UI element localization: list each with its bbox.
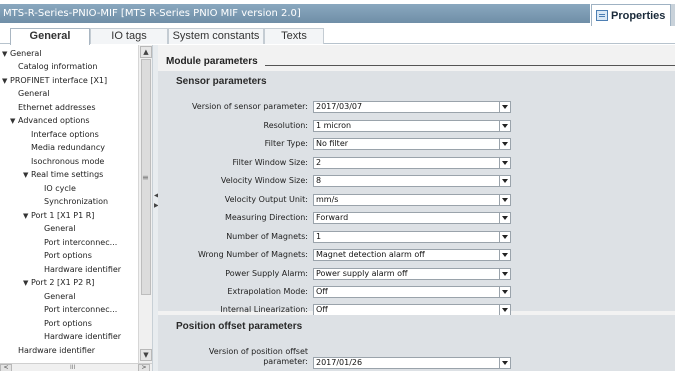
nav-item-interface-general[interactable]: General	[18, 87, 50, 100]
nav-item-real-time-settings[interactable]: ▼ Real time settings	[23, 168, 103, 181]
dropdown-arrow-icon[interactable]	[499, 102, 510, 112]
sensor-parameters-title: Sensor parameters	[176, 76, 267, 87]
module-parameters-heading: Module parameters	[166, 56, 258, 67]
nav-item-interface-options[interactable]: Interface options	[31, 128, 99, 141]
nav-item-profinet-interface[interactable]: ▼ PROFINET interface [X1]	[2, 74, 107, 87]
measuring-direction-dropdown[interactable]: Forward	[313, 212, 511, 224]
nav-item-port1-general[interactable]: General	[44, 222, 76, 235]
resolution-dropdown[interactable]: 1 micron	[313, 120, 511, 132]
dropdown-arrow-icon[interactable]	[499, 121, 510, 131]
param-label: Velocity Output Unit:	[224, 195, 308, 204]
nav-item-port2-interconnection[interactable]: Port interconnec...	[44, 303, 117, 316]
dropdown-arrow-icon[interactable]	[499, 176, 510, 186]
window-title: MTS-R-Series-PNIO-MIF [MTS R-Series PNIO…	[0, 4, 590, 23]
velocity-output-unit-dropdown[interactable]: mm/s	[313, 194, 511, 206]
sensor-parameters-group: Sensor parameters Version of sensor para…	[158, 71, 675, 316]
tab-row: General IO tags System constants Texts	[0, 26, 675, 45]
nav-item-ethernet-addresses[interactable]: Ethernet addresses	[18, 101, 96, 114]
velocity-window-size-dropdown[interactable]: 8	[313, 175, 511, 187]
filter-window-size-dropdown[interactable]: 2	[313, 157, 511, 169]
nav-item-port-2[interactable]: ▼ Port 2 [X1 P2 R]	[23, 276, 94, 289]
dropdown-arrow-icon[interactable]	[499, 358, 510, 368]
offset-version-dropdown[interactable]: 2017/01/26	[313, 357, 511, 369]
expand-arrow-icon[interactable]: ▼	[2, 48, 10, 61]
dropdown-arrow-icon[interactable]	[499, 269, 510, 279]
scroll-up-icon[interactable]: ▲	[140, 46, 152, 58]
nav-item-general[interactable]: ▼ General	[2, 47, 42, 60]
nav-item-io-cycle[interactable]: IO cycle	[44, 182, 76, 195]
nav-item-isochronous-mode[interactable]: Isochronous mode	[31, 155, 104, 168]
window-edge	[671, 4, 675, 26]
nav-item-port2-options[interactable]: Port options	[44, 317, 92, 330]
param-label: Filter Type:	[264, 139, 308, 148]
expand-arrow-icon[interactable]: ▼	[23, 169, 31, 182]
nav-item-synchronization[interactable]: Synchronization	[44, 195, 108, 208]
expand-arrow-icon[interactable]: ▼	[23, 210, 31, 223]
navigation-tree: ▼ General Catalog information ▼ PROFINET i…	[0, 45, 138, 363]
expand-arrow-icon[interactable]: ▼	[10, 115, 18, 128]
scroll-down-icon[interactable]: ▼	[140, 349, 152, 361]
nav-item-port2-hardware-identifier[interactable]: Hardware identifier	[44, 330, 121, 343]
dropdown-arrow-icon[interactable]	[499, 139, 510, 149]
param-label: Measuring Direction:	[224, 213, 308, 222]
position-offset-title: Position offset parameters	[176, 321, 303, 332]
dropdown-arrow-icon[interactable]	[499, 250, 510, 260]
expand-arrow-icon[interactable]: ▼	[2, 75, 10, 88]
nav-horizontal-scrollbar[interactable]: < III >	[0, 363, 152, 371]
filter-type-dropdown[interactable]: No filter	[313, 138, 511, 150]
nav-item-port2-general[interactable]: General	[44, 290, 76, 303]
dropdown-arrow-icon[interactable]	[499, 287, 510, 297]
tab-io-tags[interactable]: IO tags	[90, 28, 168, 44]
nav-item-media-redundancy[interactable]: Media redundancy	[31, 141, 105, 154]
param-label: Version of sensor parameter:	[191, 102, 308, 111]
title-bar: MTS-R-Series-PNIO-MIF [MTS R-Series PNIO…	[0, 0, 675, 26]
wrong-number-of-magnets-dropdown[interactable]: Magnet detection alarm off	[313, 249, 511, 261]
tab-general[interactable]: General	[10, 28, 90, 45]
param-label: Power Supply Alarm:	[225, 269, 308, 278]
tab-system-constants[interactable]: System constants	[168, 28, 264, 44]
nav-item-port1-interconnection[interactable]: Port interconnec...	[44, 236, 117, 249]
nav-item-hardware-identifier[interactable]: Hardware identifier	[18, 344, 95, 357]
nav-item-catalog-information[interactable]: Catalog information	[18, 60, 97, 73]
param-label: Velocity Window Size:	[220, 176, 308, 185]
parameters-panel: Module parameters Sensor parameters Vers…	[158, 45, 675, 371]
properties-tab-label: Properties	[611, 9, 666, 22]
nav-item-port-1[interactable]: ▼ Port 1 [X1 P1 R]	[23, 209, 94, 222]
properties-tab[interactable]: Properties	[591, 4, 671, 26]
hscroll-grip-icon: III	[70, 364, 76, 371]
scroll-right-icon[interactable]: >	[138, 364, 150, 371]
heading-divider	[265, 65, 675, 66]
dropdown-arrow-icon[interactable]	[499, 195, 510, 205]
sensor-version-dropdown[interactable]: 2017/03/07	[313, 101, 511, 113]
tab-texts[interactable]: Texts	[264, 28, 324, 44]
dropdown-arrow-icon[interactable]	[499, 158, 510, 168]
nav-item-port1-hardware-identifier[interactable]: Hardware identifier	[44, 263, 121, 276]
extrapolation-mode-dropdown[interactable]: Off	[313, 286, 511, 298]
nav-vertical-scrollbar[interactable]: ▲ ≡ ▼	[138, 45, 152, 363]
param-label: Number of Magnets:	[226, 232, 308, 241]
param-label: Wrong Number of Magnets:	[197, 250, 308, 259]
nav-item-advanced-options[interactable]: ▼ Advanced options	[10, 114, 90, 127]
dropdown-arrow-icon[interactable]	[499, 213, 510, 223]
offset-version-label: Version of position offset parameter:	[208, 347, 308, 366]
dropdown-arrow-icon[interactable]	[499, 305, 510, 315]
param-label: Extrapolation Mode:	[227, 287, 308, 296]
nav-item-port1-options[interactable]: Port options	[44, 249, 92, 262]
number-of-magnets-dropdown[interactable]: 1	[313, 231, 511, 243]
position-offset-group: Position offset parameters Version of po…	[158, 315, 675, 371]
properties-icon	[596, 10, 608, 21]
scroll-left-icon[interactable]: <	[0, 364, 12, 371]
expand-arrow-icon[interactable]: ▼	[23, 277, 31, 290]
scroll-grip-icon: ≡	[142, 173, 149, 182]
dropdown-arrow-icon[interactable]	[499, 232, 510, 242]
param-label: Resolution:	[263, 121, 309, 130]
power-supply-alarm-dropdown[interactable]: Power supply alarm off	[313, 268, 511, 280]
param-label: Filter Window Size:	[232, 158, 308, 167]
